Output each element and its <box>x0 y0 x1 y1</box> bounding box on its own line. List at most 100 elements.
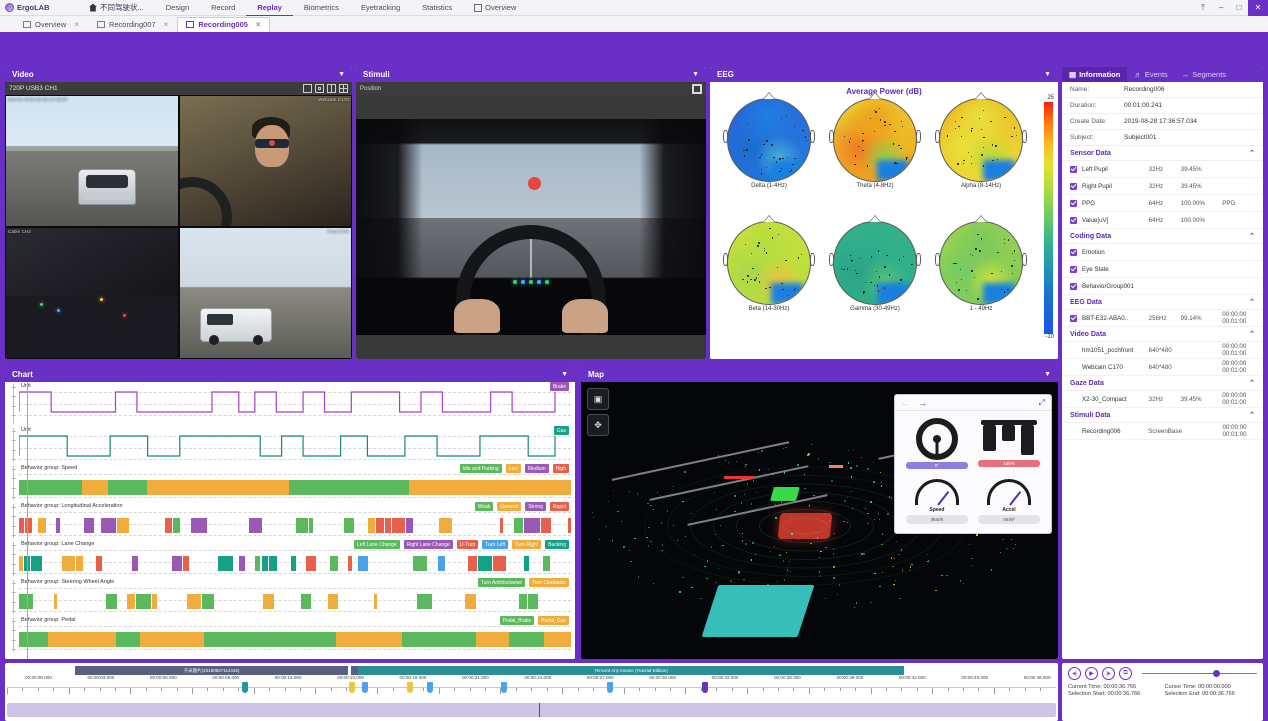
behavior-block[interactable] <box>261 480 289 495</box>
slider-knob[interactable] <box>1213 670 1221 677</box>
data-stream-row[interactable]: Eye State <box>1062 261 1263 278</box>
behavior-block[interactable] <box>376 518 384 533</box>
behavior-block[interactable] <box>116 518 129 533</box>
close-icon[interactable]: × <box>256 20 261 29</box>
behavior-block[interactable] <box>463 480 511 495</box>
legend-chip[interactable]: Left Lane Change <box>353 540 400 549</box>
checkbox[interactable] <box>1070 216 1077 224</box>
step-forward-button[interactable]: |▸ <box>1102 667 1115 680</box>
data-stream-row[interactable]: Emotion <box>1062 244 1263 261</box>
legend-chip[interactable]: Pedal_Gas <box>538 616 569 625</box>
restore-up-button[interactable]: ⤒ <box>1194 0 1212 16</box>
video-cell-front[interactable]: test-01-2019-08-28 17:36:57 <box>6 96 178 226</box>
close-button[interactable]: ✕ <box>1248 0 1268 16</box>
arrow-left-icon[interactable]: ← <box>901 398 910 408</box>
behavior-block[interactable] <box>565 480 571 495</box>
info-section-header[interactable]: Gaze Data ⌃ <box>1062 376 1263 391</box>
menu-item-project[interactable]: 不同驾驶状... <box>78 0 155 16</box>
single-layout-icon[interactable] <box>303 84 312 93</box>
data-stream-row[interactable]: hm1051_pcchfront 640*480 00:00:00 00:01:00 <box>1062 342 1263 359</box>
info-section-header[interactable]: Stimuli Data ⌃ <box>1062 408 1263 423</box>
checkbox[interactable] <box>1070 182 1077 190</box>
info-section-header[interactable]: Sensor Data ⌃ <box>1062 146 1263 161</box>
tab-events[interactable]: ♬ Events <box>1127 67 1174 82</box>
camera-icon[interactable]: ▣ <box>587 388 609 410</box>
behavior-block[interactable] <box>384 518 392 533</box>
behavior-block[interactable] <box>261 556 269 571</box>
chart-row[interactable]: Unit Gas <box>5 426 575 464</box>
split-layout-icon[interactable] <box>327 84 336 93</box>
timeline-segment[interactable]: Tencent Any Insane (Tutorial Edition) <box>358 666 904 675</box>
timeline-segment[interactable]: 千米题片(20190827114415) <box>75 666 348 675</box>
behavior-block[interactable] <box>405 518 413 533</box>
behavior-block[interactable] <box>438 518 452 533</box>
stimuli-scene[interactable] <box>356 119 706 335</box>
quad-layout-icon[interactable] <box>339 84 348 93</box>
behavior-block[interactable] <box>519 594 527 609</box>
behavior-block[interactable] <box>147 480 205 495</box>
behavior-block[interactable] <box>527 594 538 609</box>
behavior-block[interactable] <box>330 556 339 571</box>
behavior-block[interactable] <box>291 556 296 571</box>
behavior-block[interactable] <box>392 518 405 533</box>
behavior-block[interactable] <box>131 556 139 571</box>
chevron-up-icon[interactable]: ⌃ <box>1249 149 1255 157</box>
legend-chip[interactable]: Medium <box>524 464 549 473</box>
legend-chip[interactable]: Rapid <box>549 502 569 511</box>
expand-icon[interactable]: ✥ <box>587 414 609 436</box>
menu-item-statistics[interactable]: Statistics <box>411 0 463 16</box>
behavior-block[interactable] <box>54 594 58 609</box>
behavior-block[interactable] <box>416 594 433 609</box>
checkbox[interactable] <box>1070 282 1077 290</box>
behavior-block[interactable] <box>540 518 551 533</box>
tab-recording005[interactable]: Recording005 × <box>177 17 270 32</box>
behavior-block[interactable] <box>510 480 566 495</box>
behavior-block[interactable] <box>24 518 32 533</box>
timeline-marker[interactable] <box>406 682 413 693</box>
timeline-marker[interactable] <box>361 682 368 693</box>
checkbox[interactable] <box>1070 248 1077 256</box>
menu-item-replay[interactable]: Replay <box>246 0 293 16</box>
data-stream-row[interactable]: Left Pupil 32Hz 39.45% <box>1062 161 1263 178</box>
chevron-down-icon[interactable]: ▼ <box>338 71 345 78</box>
behavior-block[interactable] <box>357 556 368 571</box>
video-cell-driver[interactable]: Webcam C170 <box>179 96 351 226</box>
behavior-block[interactable] <box>408 480 464 495</box>
chart-row[interactable]: Unit Brake <box>5 382 575 426</box>
step-back-button[interactable]: ◂| <box>1068 667 1081 680</box>
pip-layout-icon[interactable] <box>315 84 324 93</box>
timeline-bar[interactable]: 千米题片(20190827114415)1194题片(2019082711444… <box>5 663 1058 721</box>
behavior-block[interactable] <box>236 632 289 647</box>
data-stream-row[interactable]: Webcam C170 640*480 00:00:00 00:01:00 <box>1062 359 1263 376</box>
legend-chip[interactable]: Backing <box>545 540 569 549</box>
behavior-block[interactable] <box>514 518 523 533</box>
chart-row[interactable]: Behavior group: Pedal Pedal_Brake Pedal_Ga… <box>5 616 575 654</box>
behavior-block[interactable] <box>31 556 43 571</box>
behavior-block[interactable] <box>568 518 571 533</box>
arrow-right-icon[interactable]: → <box>918 398 927 408</box>
chart-row[interactable]: Behavior group: Longitudinal Acceleratio… <box>5 502 575 540</box>
behavior-block[interactable] <box>140 632 205 647</box>
behavior-block[interactable] <box>288 632 336 647</box>
chevron-down-icon[interactable]: ▼ <box>561 371 568 378</box>
legend-chip[interactable]: U-Turn <box>456 540 479 549</box>
behavior-block[interactable] <box>254 556 261 571</box>
behavior-block[interactable] <box>367 518 376 533</box>
behavior-block[interactable] <box>201 594 214 609</box>
behavior-block[interactable] <box>19 632 48 647</box>
behavior-block[interactable] <box>544 632 571 647</box>
behavior-block[interactable] <box>116 632 141 647</box>
legend-chip[interactable]: Idle and Parking <box>459 464 502 473</box>
behavior-block[interactable] <box>191 518 207 533</box>
behavior-block[interactable] <box>263 594 274 609</box>
behavior-block[interactable] <box>309 518 314 533</box>
video-cell-cabin[interactable]: Cabin CH3 <box>6 228 178 358</box>
chart-cursor-line[interactable] <box>27 382 28 659</box>
zoom-slider[interactable] <box>1142 667 1257 680</box>
checkbox[interactable] <box>1070 265 1077 273</box>
behavior-block[interactable] <box>204 632 237 647</box>
chevron-up-icon[interactable]: ⌃ <box>1249 232 1255 240</box>
behavior-block[interactable] <box>500 518 503 533</box>
menu-item-biometrics[interactable]: Biometrics <box>293 0 350 16</box>
behavior-block[interactable] <box>523 518 540 533</box>
